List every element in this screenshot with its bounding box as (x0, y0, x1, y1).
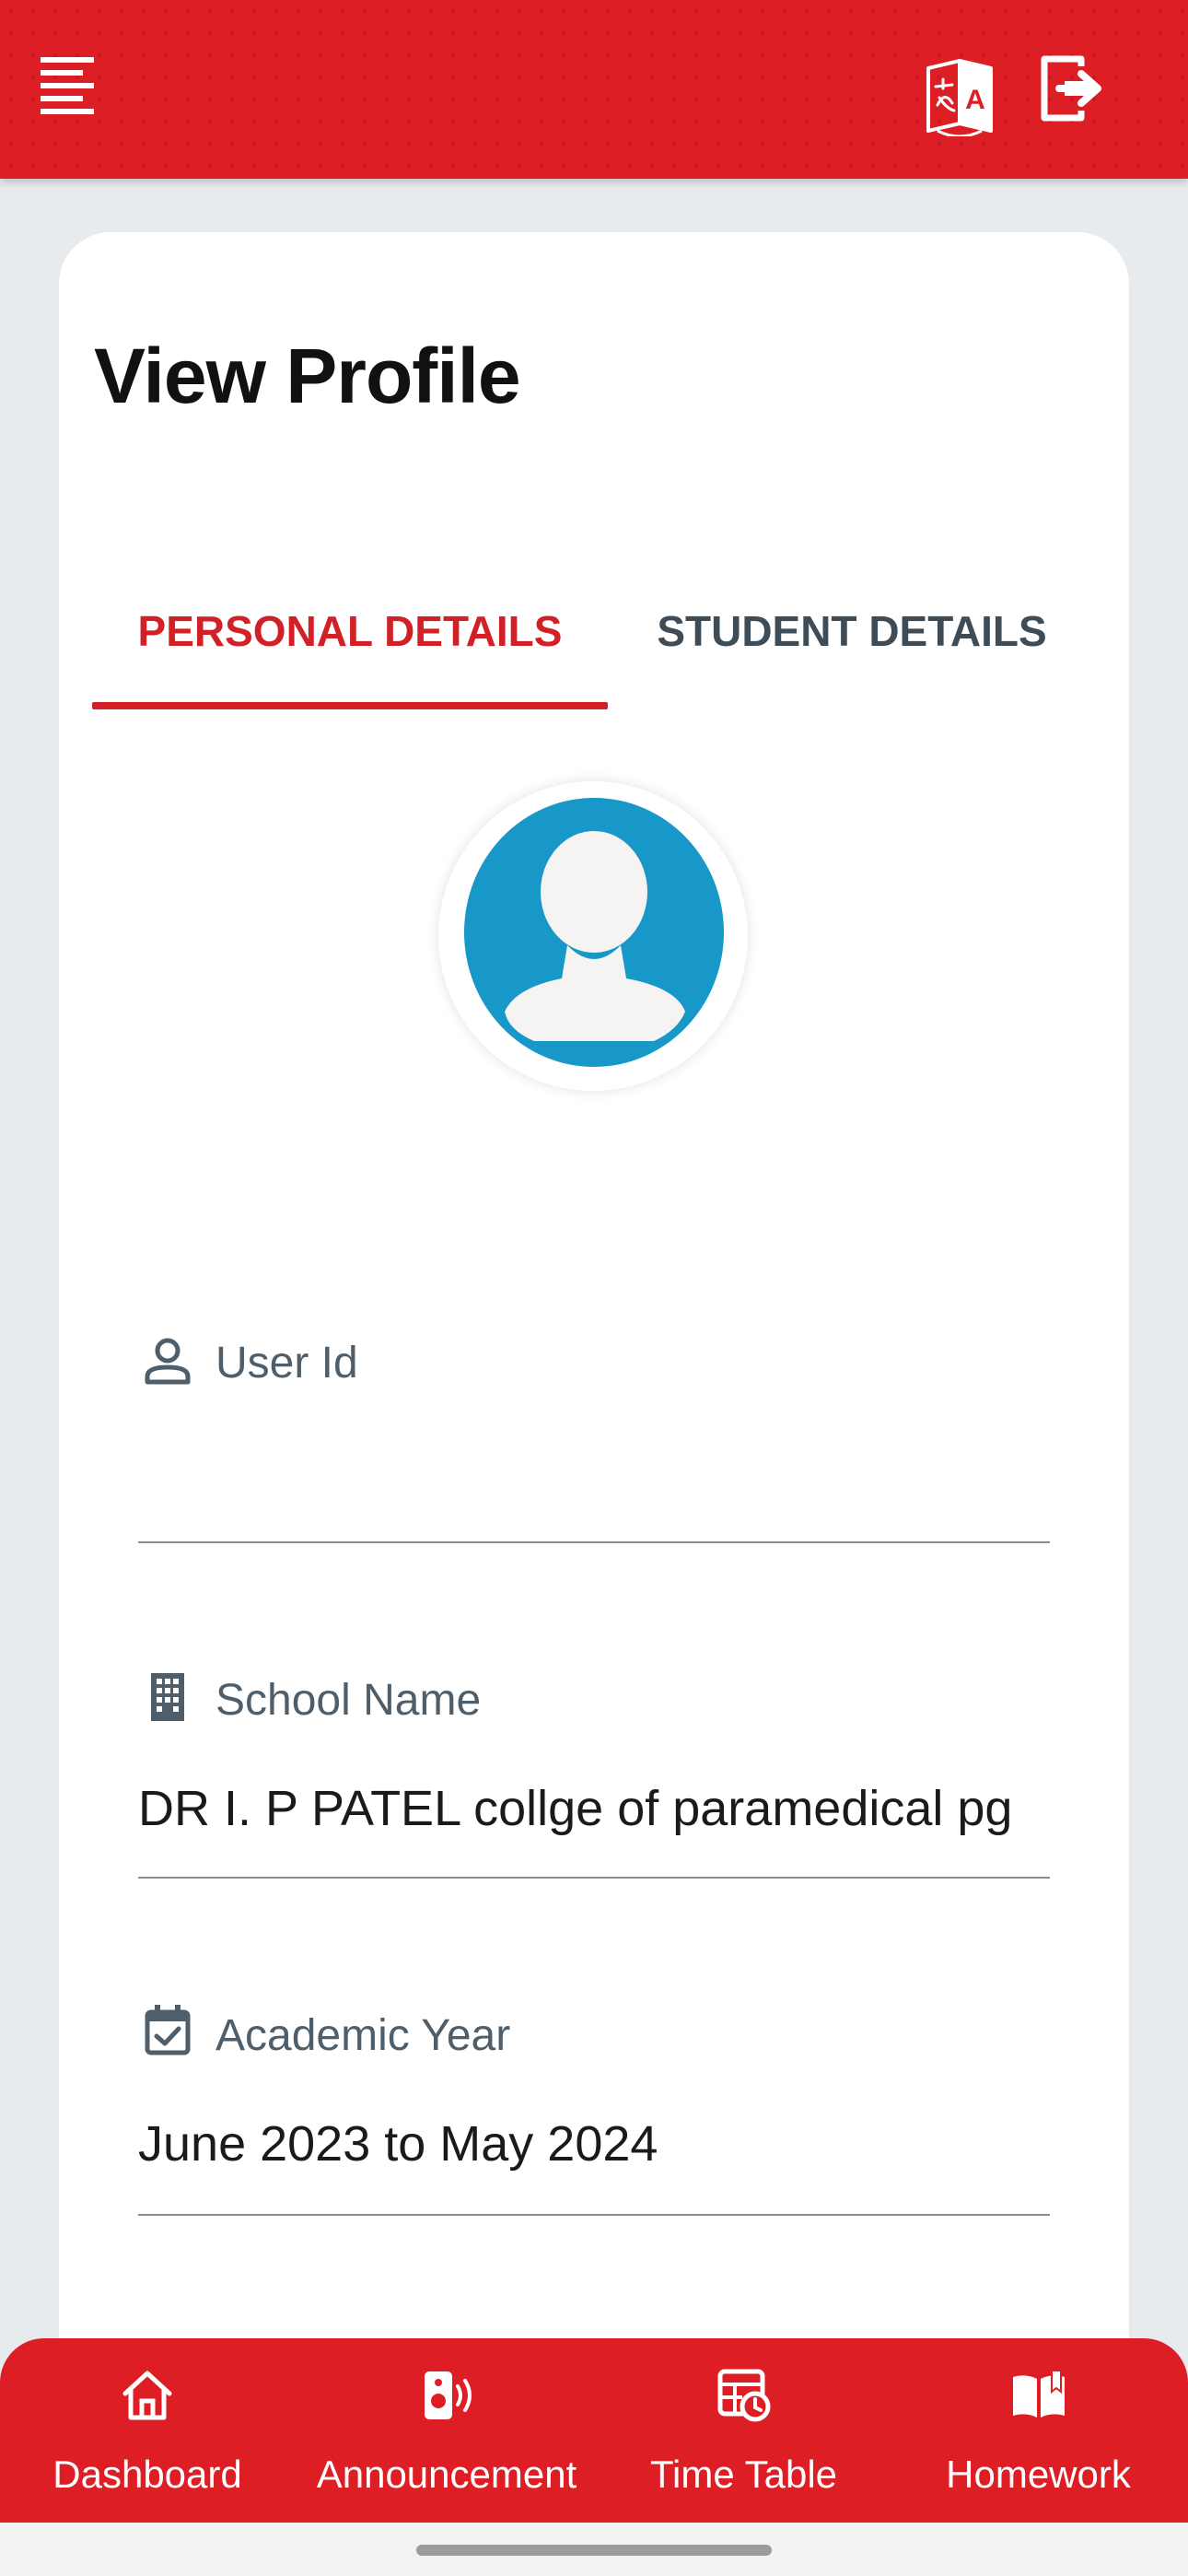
logout-icon[interactable] (1039, 53, 1109, 123)
academic-year-value: June 2023 to May 2024 (138, 2116, 658, 2172)
tab-student-details[interactable]: STUDENT DETAILS (645, 590, 1059, 709)
avatar[interactable] (464, 798, 724, 1067)
tab-personal-details[interactable]: PERSONAL DETAILS (92, 590, 608, 709)
nav-dashboard[interactable]: Dashboard (18, 2338, 276, 2523)
speaker-icon (425, 2371, 472, 2419)
calendar-check-icon (145, 2005, 191, 2055)
building-icon (151, 1673, 184, 1721)
page-title: View Profile (94, 333, 521, 419)
user-id-label: User Id (215, 1339, 358, 1388)
app-screen: A View Profile PERSONAL DETAILS STUDENT … (0, 0, 1188, 2576)
nav-dashboard-label: Dashboard (52, 2453, 242, 2496)
school-name-label: School Name (215, 1676, 482, 1725)
nav-homework[interactable]: Homework (912, 2338, 1165, 2523)
user-id-underline (138, 1541, 1050, 1543)
svg-text:A: A (965, 85, 985, 115)
nav-homework-label: Homework (946, 2453, 1131, 2496)
home-indicator[interactable] (416, 2545, 772, 2556)
nav-time-table-label: Time Table (649, 2453, 838, 2496)
school-name-underline (138, 1877, 1050, 1879)
nav-time-table[interactable]: Time Table (617, 2338, 870, 2523)
nav-announcement[interactable]: Announcement (295, 2338, 599, 2523)
translate-icon[interactable]: A (925, 57, 995, 136)
academic-year-label: Academic Year (215, 2011, 511, 2060)
person-icon (145, 1338, 191, 1385)
nav-announcement-label: Announcement (316, 2453, 577, 2496)
active-tab-indicator (92, 702, 608, 709)
school-name-value: DR I. P PATEL collge of paramedical pg (138, 1781, 1013, 1836)
top-app-bar: A (0, 0, 1188, 179)
home-icon (122, 2371, 172, 2420)
book-icon (1012, 2371, 1065, 2418)
menu-icon[interactable] (41, 55, 98, 116)
timetable-icon (717, 2369, 770, 2422)
academic-year-underline (138, 2214, 1050, 2216)
user-avatar-icon (505, 831, 685, 1041)
